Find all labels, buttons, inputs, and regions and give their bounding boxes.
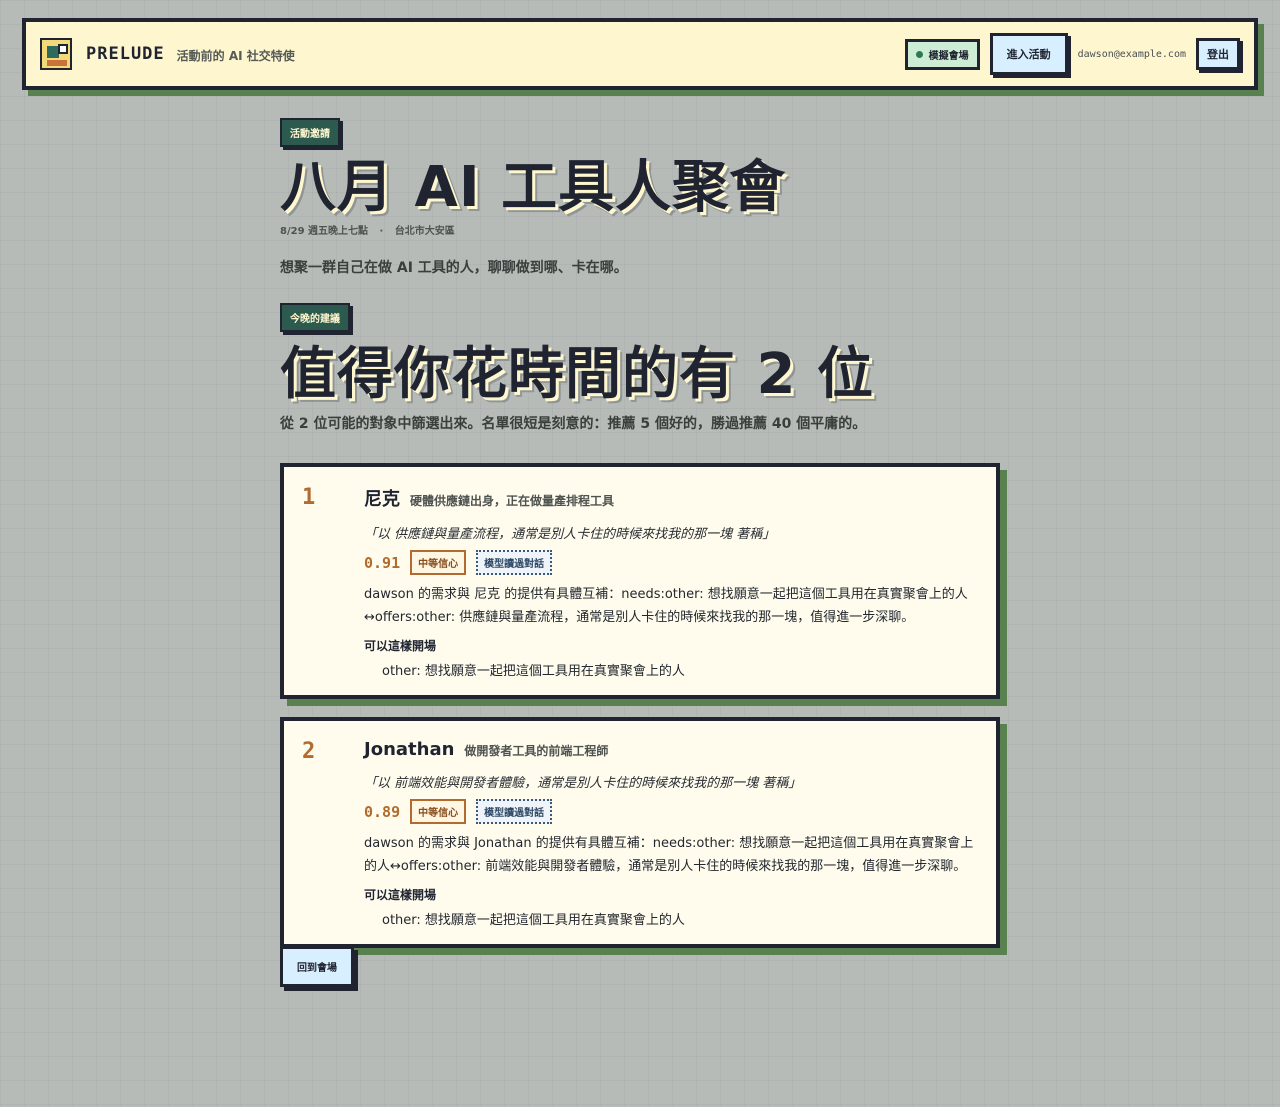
model-read-badge: 模型讀過對話 (476, 799, 553, 825)
suggestion-card: 1 尼克 硬體供應鏈出身，正在做量產排程工具 「以 供應鏈與量產流程，通常是別人… (280, 463, 1000, 700)
match-reason: dawson 的需求與 尼克 的提供有具體互補：needs:other: 想找願… (364, 587, 968, 626)
event-description: 想聚一群自己在做 AI 工具的人，聊聊做到哪、卡在哪。 (280, 259, 628, 276)
confidence-badge: 中等信心 (410, 550, 467, 576)
person-quote: 「以 前端效能與開發者體驗，通常是別人卡住的時候來找我的那一塊 著稱」 (364, 776, 802, 792)
event-meta: 8/29 週五晚上七點 · 台北市大安區 (280, 222, 1000, 237)
event-time: 週五晚上七點 (308, 225, 369, 237)
score-row: 0.89 中等信心 模型讀過對話 (364, 799, 978, 825)
suggestion-rank: 2 (302, 739, 316, 765)
person-role: 做開發者工具的前端工程師 (464, 744, 609, 759)
match-score: 0.89 (364, 802, 401, 821)
confidence-badge: 中等信心 (410, 799, 467, 825)
brand-name[interactable]: PRELUDE (86, 44, 165, 64)
suggestions-title: 值得你花時間的有 2 位 (280, 341, 874, 407)
status-dot-icon (915, 50, 923, 58)
main-content: 活動邀請 八月 AI 工具人聚會 8/29 週五晚上七點 · 台北市大安區 想聚… (280, 118, 1000, 989)
event-title: 八月 AI 工具人聚會 (280, 155, 787, 220)
opener-heading: 可以這樣開場 (364, 888, 437, 903)
opener-text: other: 想找願意一起把這個工具用在真實聚會上的人 (382, 664, 685, 680)
model-read-badge: 模型讀過對話 (476, 550, 553, 576)
match-reason: dawson 的需求與 Jonathan 的提供有具體互補：needs:othe… (364, 836, 974, 875)
user-email: dawson@example.com (1077, 48, 1186, 60)
suggestion-card: 2 Jonathan 做開發者工具的前端工程師 「以 前端效能與開發者體驗，通常… (280, 717, 1000, 949)
suggestions-subtitle: 從 2 位可能的對象中篩選出來。名單很短是刻意的：推薦 5 個好的，勝過推薦 4… (280, 416, 867, 433)
back-to-venue-button[interactable]: 回到會場 (280, 946, 354, 988)
match-score: 0.91 (364, 553, 401, 572)
person-quote: 「以 供應鏈與量產流程，通常是別人卡住的時候來找我的那一塊 著稱」 (364, 527, 776, 543)
meta-separator: · (379, 225, 384, 237)
brand-tagline: 活動前的 AI 社交特使 (176, 49, 295, 63)
person-name: 尼克 (364, 489, 400, 511)
score-row: 0.91 中等信心 模型讀過對話 (364, 550, 978, 576)
opener-text: other: 想找願意一起把這個工具用在真實聚會上的人 (382, 913, 685, 929)
event-location: 台北市大安區 (394, 225, 455, 237)
suggestion-rank: 1 (302, 485, 316, 511)
mode-badge-label: 模擬會場 (928, 50, 969, 62)
top-bar: PRELUDE 活動前的 AI 社交特使 模擬會場 進入活動 dawson@ex… (22, 18, 1258, 90)
mode-badge: 模擬會場 (904, 38, 980, 70)
person-name: Jonathan (364, 739, 455, 761)
suggestions-tag: 今晚的建議 (280, 302, 350, 332)
suggestion-name-row: Jonathan 做開發者工具的前端工程師 (364, 739, 978, 760)
suggestion-name-row: 尼克 硬體供應鏈出身，正在做量產排程工具 (364, 485, 978, 511)
opener-heading: 可以這樣開場 (364, 639, 437, 654)
event-invite-tag: 活動邀請 (280, 118, 340, 147)
enter-event-button[interactable]: 進入活動 (989, 33, 1068, 75)
person-role: 硬體供應鏈出身，正在做量產排程工具 (410, 494, 615, 509)
event-date: 8/29 (280, 225, 305, 237)
logout-button[interactable]: 登出 (1196, 38, 1240, 70)
prelude-logo-icon[interactable] (40, 38, 72, 70)
